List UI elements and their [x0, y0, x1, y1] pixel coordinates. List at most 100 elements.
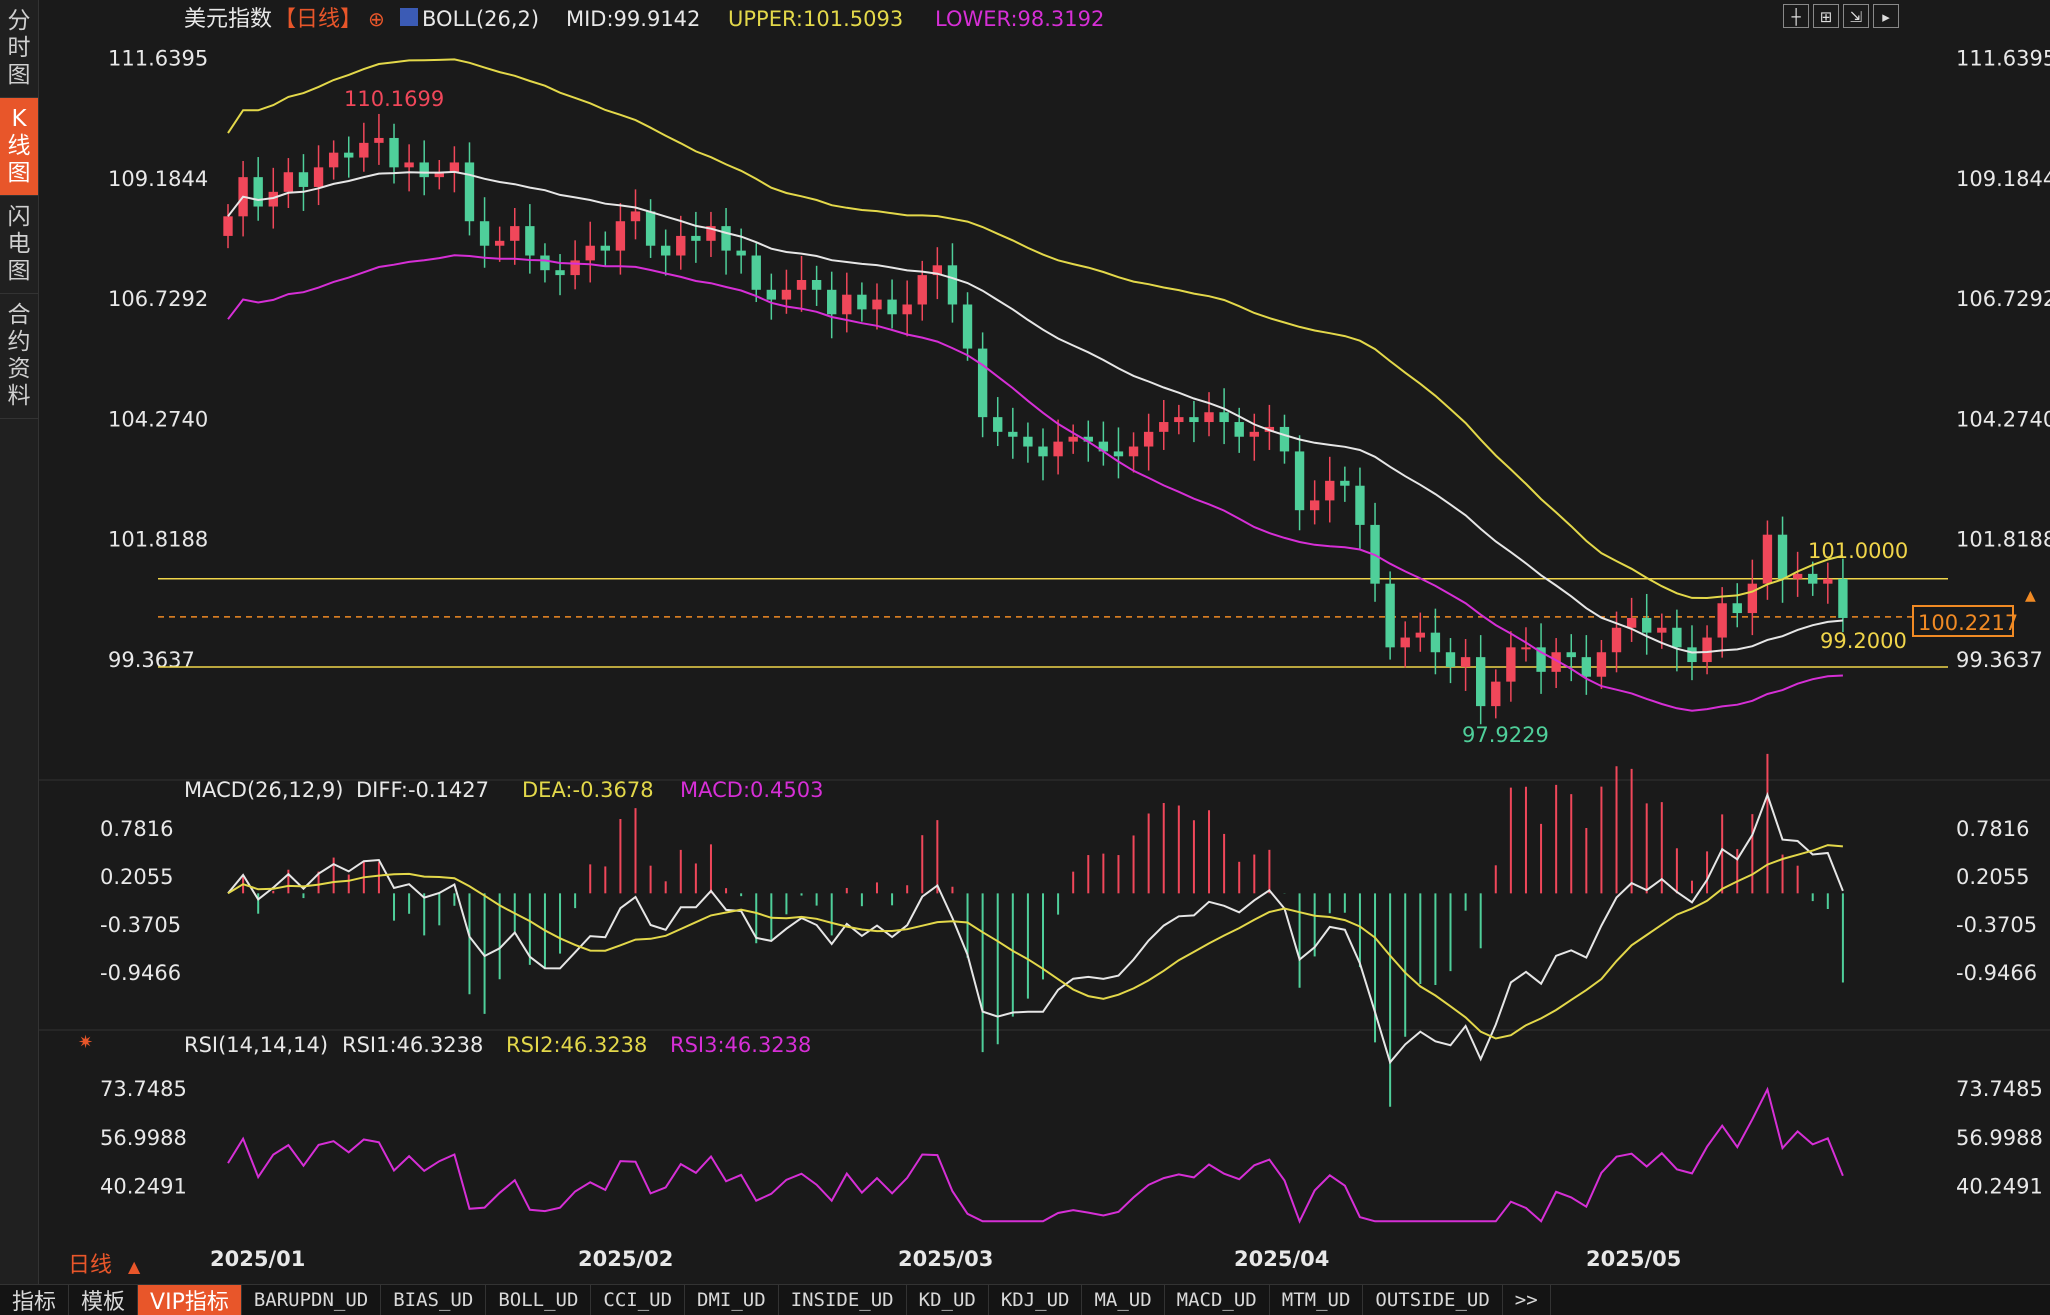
macd-macd-value: MACD:0.4503	[680, 778, 824, 802]
candle-body	[781, 289, 792, 300]
tab-macd[interactable]: MACD_UD	[1165, 1285, 1270, 1315]
candle-body	[872, 299, 882, 310]
tab-inside[interactable]: INSIDE_UD	[779, 1285, 907, 1315]
price-axis-tick-left: 106.7292	[108, 287, 208, 311]
boll-upper-value: UPPER:101.5093	[728, 7, 903, 31]
rsi2-value: RSI2:46.3238	[506, 1033, 647, 1057]
price-axis-tick-left: 101.8188	[108, 528, 208, 552]
rsi-axis-tick-right: 40.2491	[1956, 1175, 2043, 1199]
tab-more[interactable]: >>	[1503, 1285, 1551, 1315]
chart-zoom-icon[interactable]: ⊞	[1813, 4, 1839, 28]
price-axis-tick-left: 111.6395	[108, 47, 208, 71]
candle-body	[1325, 480, 1335, 501]
candle-body	[1596, 652, 1607, 677]
macd-dea-value: DEA:-0.3678	[522, 778, 654, 802]
candle-body	[223, 216, 233, 236]
price-axis-tick-right: 101.8188	[1956, 528, 2050, 552]
candle-body	[630, 211, 641, 222]
add-indicator-icon[interactable]: ⊕	[368, 7, 385, 31]
tab-indicator[interactable]: 指标	[0, 1285, 70, 1315]
tab-flash-chart[interactable]: 闪电图	[0, 196, 38, 294]
candle-body	[404, 162, 414, 168]
candle-body	[1008, 431, 1018, 437]
tab-vip-indicator[interactable]: VIP指标	[138, 1285, 242, 1315]
candle-body	[313, 167, 324, 187]
macd-axis-tick-left: 0.7816	[100, 817, 173, 841]
chart-expand-icon[interactable]: ⇲	[1843, 4, 1869, 28]
candle-body	[1717, 603, 1727, 638]
candle-body	[374, 137, 384, 143]
candle-body	[827, 289, 837, 315]
rsi-line	[227, 1086, 1844, 1224]
tab-kline-chart[interactable]: K线图	[0, 98, 38, 196]
candle-body	[253, 177, 263, 207]
candle-body	[1506, 647, 1516, 682]
candle-body	[1460, 657, 1471, 667]
tab-kd[interactable]: KD_UD	[907, 1285, 989, 1315]
boll-lower-value: LOWER:98.3192	[935, 7, 1104, 31]
candle-body	[645, 211, 656, 246]
candle-body	[1672, 627, 1682, 648]
candle-body	[1355, 485, 1365, 525]
tab-contract-info[interactable]: 合约资料	[0, 294, 38, 419]
candle-body	[1385, 583, 1395, 648]
price-axis-tick-left: 104.2740	[108, 407, 208, 431]
date-tick: 2025/04	[1234, 1247, 1329, 1271]
boll-indicator-icon	[400, 8, 418, 26]
candle-body	[359, 142, 369, 158]
price-axis-tick-right: 106.7292	[1956, 287, 2050, 311]
price-axis-tick-left: 99.3637	[108, 648, 195, 672]
tab-time-chart[interactable]: 分时图	[0, 0, 38, 98]
period-dropdown-icon[interactable]: ▲	[128, 1257, 141, 1276]
period-selector[interactable]: 日线	[68, 1253, 112, 1278]
tab-kdj[interactable]: KDJ_UD	[989, 1285, 1083, 1315]
crosshair-icon[interactable]: ┼	[1783, 4, 1809, 28]
tab-cci[interactable]: CCI_UD	[591, 1285, 686, 1315]
tab-template[interactable]: 模板	[69, 1285, 139, 1315]
tab-mtm[interactable]: MTM_UD	[1270, 1285, 1364, 1315]
candle-body	[1113, 451, 1124, 457]
candle-body	[736, 250, 746, 256]
date-tick: 2025/05	[1586, 1247, 1681, 1271]
candle-body	[902, 304, 912, 315]
line-99-label: 99.2000	[1820, 629, 1907, 653]
tab-barupdn[interactable]: BARUPDN_UD	[242, 1285, 382, 1315]
candlestick-chart[interactable]: 美元指数 【日线】 ⊕ BOLL(26,2) MID:99.9142 UPPER…	[38, 0, 2050, 1284]
candle-body	[283, 172, 294, 192]
tab-boll[interactable]: BOLL_UD	[486, 1285, 592, 1315]
candle-body	[1445, 652, 1456, 667]
tab-dmi[interactable]: DMI_UD	[685, 1285, 779, 1315]
candle-body	[1808, 573, 1818, 584]
candle-body	[811, 280, 822, 290]
price-axis-tick-right: 104.2740	[1956, 407, 2050, 431]
candle-body	[993, 417, 1003, 432]
candle-body	[1657, 627, 1667, 633]
candle-body	[1340, 480, 1350, 486]
candle-body	[344, 152, 354, 158]
date-tick: 2025/01	[210, 1247, 305, 1271]
period-label: 【日线】	[274, 7, 362, 32]
rsi-axis-tick-left: 56.9988	[100, 1126, 187, 1150]
tab-outside[interactable]: OUTSIDE_UD	[1363, 1285, 1503, 1315]
candle-body	[1823, 578, 1833, 584]
candle-body	[1128, 446, 1139, 457]
candle-body	[721, 226, 731, 251]
candle-body	[1732, 603, 1742, 614]
instrument-title: 美元指数	[184, 7, 272, 32]
candle-body	[1204, 412, 1214, 423]
rsi-axis-tick-left: 40.2491	[100, 1175, 187, 1199]
chart-next-icon[interactable]: ▸	[1873, 4, 1899, 28]
tab-bias[interactable]: BIAS_UD	[381, 1285, 487, 1315]
candle-body	[510, 226, 520, 241]
candle-body	[691, 235, 701, 241]
candle-body	[842, 294, 852, 315]
candle-body	[585, 245, 595, 261]
candle-body	[540, 255, 550, 271]
candle-body	[1687, 647, 1697, 663]
candle-body	[1642, 617, 1652, 633]
rsi1-value: RSI1:46.3238	[342, 1033, 483, 1057]
macd-axis-tick-right: 0.7816	[1956, 817, 2029, 841]
tab-ma[interactable]: MA_UD	[1082, 1285, 1165, 1315]
chart-area[interactable]: 美元指数 【日线】 ⊕ BOLL(26,2) MID:99.9142 UPPER…	[38, 0, 2050, 1284]
rsi3-value: RSI3:46.3238	[670, 1033, 811, 1057]
